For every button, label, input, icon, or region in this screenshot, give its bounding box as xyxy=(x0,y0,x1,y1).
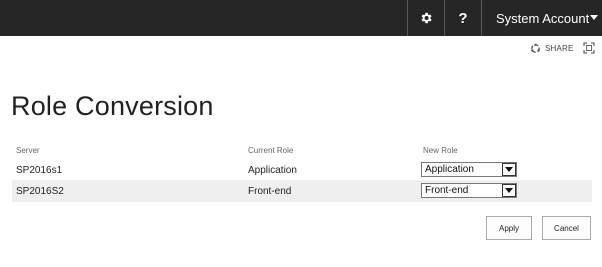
column-header-server: Server xyxy=(16,146,40,155)
column-header-current-role: Current Role xyxy=(248,146,294,155)
new-role-value: Application xyxy=(425,164,474,175)
chevron-down-icon[interactable] xyxy=(502,163,516,176)
share-icon xyxy=(531,43,540,53)
server-cell: SP2016s1 xyxy=(16,165,63,176)
current-role-cell: Application xyxy=(248,165,297,176)
current-role-cell: Front-end xyxy=(248,186,292,197)
chevron-down-icon[interactable] xyxy=(502,184,516,197)
gear-icon xyxy=(421,12,432,24)
page-title: Role Conversion xyxy=(11,91,214,121)
new-role-value: Front-end xyxy=(425,185,469,196)
new-role-select[interactable]: Application xyxy=(421,162,517,177)
account-menu[interactable]: System Account xyxy=(482,0,602,36)
column-header-new-role: New Role xyxy=(423,146,458,155)
server-cell: SP2016S2 xyxy=(16,186,64,197)
chevron-down-icon xyxy=(590,15,598,20)
settings-button[interactable] xyxy=(408,0,444,36)
account-name: System Account xyxy=(496,10,590,26)
share-button[interactable]: SHARE xyxy=(530,43,574,54)
table-row: SP2016S2 Front-end Front-end xyxy=(12,180,592,202)
cancel-button[interactable]: Cancel xyxy=(542,216,591,240)
share-label: SHARE xyxy=(545,44,574,53)
suite-bar: ? System Account xyxy=(0,0,602,36)
new-role-select[interactable]: Front-end xyxy=(421,183,517,198)
focus-on-content-icon[interactable] xyxy=(583,42,595,54)
help-icon: ? xyxy=(458,9,468,27)
table-row: SP2016s1 Application Application xyxy=(12,159,592,181)
apply-button[interactable]: Apply xyxy=(486,216,532,240)
help-button[interactable]: ? xyxy=(445,0,481,36)
